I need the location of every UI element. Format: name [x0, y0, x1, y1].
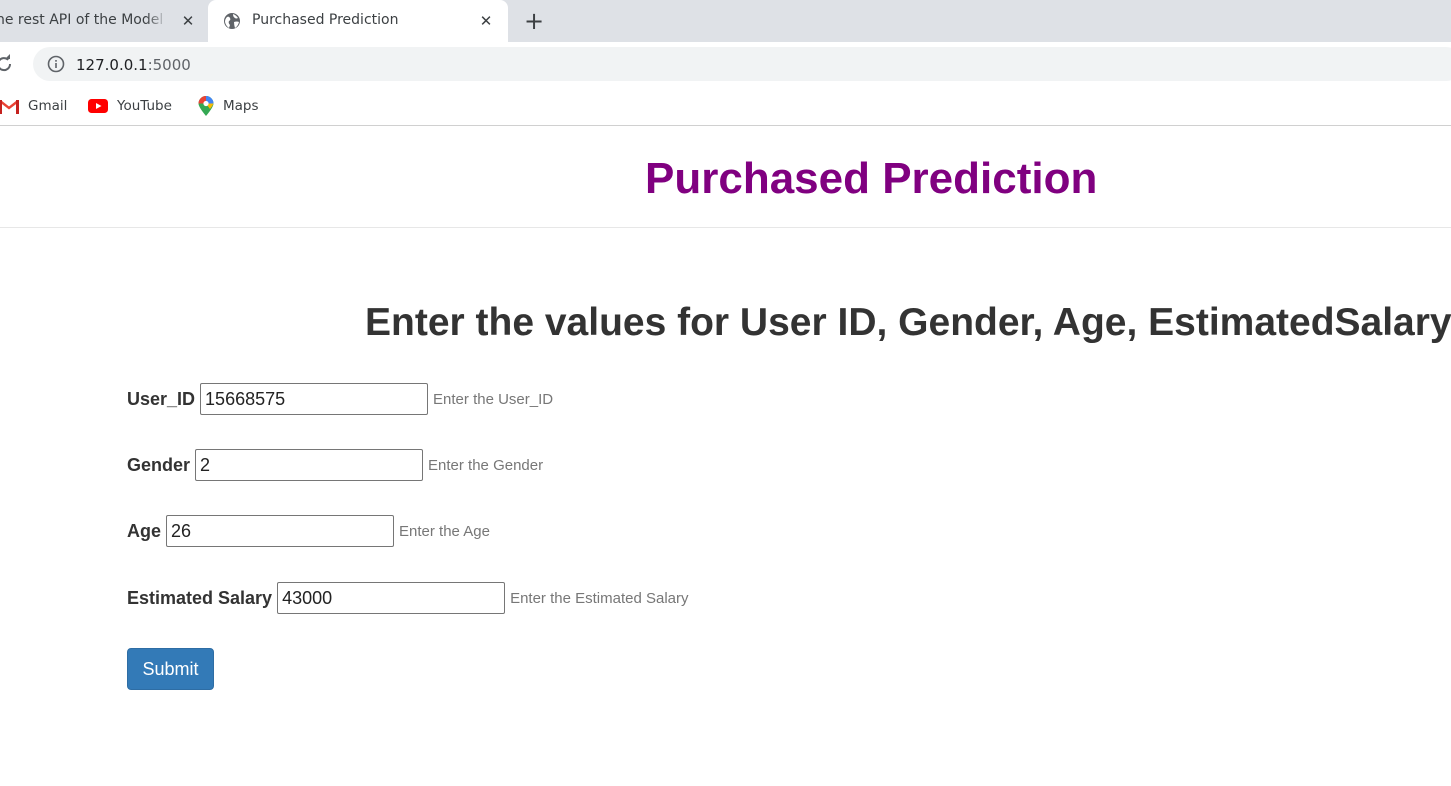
tab-purchased-prediction[interactable]: Purchased Prediction ✕: [208, 0, 508, 42]
bookmark-youtube[interactable]: YouTube: [88, 95, 172, 117]
gender-label: Gender: [127, 454, 191, 475]
reload-icon[interactable]: [0, 54, 14, 74]
page-title: Purchased Prediction: [645, 154, 1098, 203]
url-host: 127.0.0.1: [76, 56, 148, 74]
url-text: 127.0.0.1:5000: [76, 56, 191, 74]
maps-icon: [198, 96, 214, 116]
estimated-salary-input[interactable]: [277, 582, 506, 614]
bookmarks-bar: Gmail YouTube Maps: [0, 86, 1451, 126]
tab-rest-api[interactable]: he rest API of the Model y ✕: [0, 0, 206, 42]
bookmark-gmail[interactable]: Gmail: [0, 95, 67, 117]
tab-title: Purchased Prediction: [252, 12, 399, 28]
address-bar[interactable]: 127.0.0.1:5000: [33, 47, 1451, 81]
user-id-row: User_ID Enter the User_ID: [127, 383, 553, 415]
bookmark-label: Maps: [223, 98, 259, 114]
submit-button[interactable]: Submit: [127, 648, 214, 690]
url-port: :5000: [147, 56, 191, 74]
gender-row: Gender Enter the Gender: [127, 449, 543, 481]
estimated-salary-hint: Enter the Estimated Salary: [510, 589, 689, 607]
new-tab-icon[interactable]: +: [522, 7, 546, 35]
globe-icon: [224, 13, 240, 29]
tab-strip: he rest API of the Model y ✕ Purchased P…: [0, 0, 1451, 42]
gmail-icon: [0, 99, 19, 114]
tab-title: he rest API of the Model y: [0, 12, 168, 28]
info-icon[interactable]: [47, 55, 65, 73]
form-heading: Enter the values for User ID, Gender, Ag…: [365, 301, 1451, 344]
bookmark-maps[interactable]: Maps: [198, 95, 259, 117]
web-page: Purchased Prediction Enter the values fo…: [0, 128, 1451, 786]
estimated-salary-label: Estimated Salary: [127, 587, 273, 608]
gender-input[interactable]: [195, 449, 424, 481]
youtube-icon: [88, 99, 108, 113]
age-row: Age Enter the Age: [127, 515, 490, 547]
browser-toolbar: 127.0.0.1:5000: [0, 42, 1451, 86]
age-label: Age: [127, 520, 162, 541]
user-id-label: User_ID: [127, 388, 196, 409]
close-icon[interactable]: ✕: [178, 11, 198, 31]
estimated-salary-row: Estimated Salary Enter the Estimated Sal…: [127, 582, 689, 614]
age-hint: Enter the Age: [399, 522, 490, 540]
bookmark-label: YouTube: [117, 98, 172, 114]
close-icon[interactable]: ✕: [476, 11, 496, 31]
user-id-input[interactable]: [200, 383, 429, 415]
user-id-hint: Enter the User_ID: [433, 390, 554, 408]
bookmark-label: Gmail: [28, 98, 68, 114]
gender-hint: Enter the Gender: [428, 456, 544, 474]
age-input[interactable]: [166, 515, 395, 547]
page-header: Purchased Prediction: [0, 128, 1451, 228]
